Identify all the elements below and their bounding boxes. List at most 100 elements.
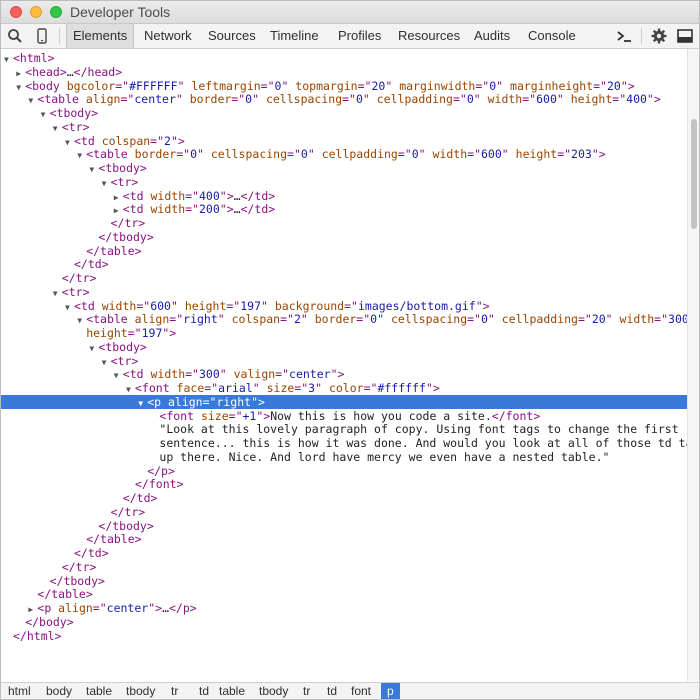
tag-markup: " — [501, 147, 516, 162]
dom-node[interactable]: ▼ <font face="arial" size="3" color="#fff… — [1, 381, 687, 395]
dom-node[interactable]: ▼ <table align="center" border="0" cellsp… — [1, 92, 687, 106]
tag-markup: "> — [330, 367, 345, 382]
tab-sources[interactable]: Sources — [202, 24, 262, 48]
dom-node[interactable]: ▼ <tbody> — [1, 161, 687, 175]
attr-value: 0 — [480, 312, 488, 327]
breadcrumb-tr[interactable]: tr — [165, 683, 184, 699]
tag-markup: </tbody> — [98, 518, 154, 533]
tag-markup: <td — [122, 202, 151, 217]
dom-node[interactable]: ▶ <p align="center">…</p> — [1, 601, 687, 615]
tag-markup: " — [197, 147, 211, 162]
tab-network[interactable]: Network — [138, 24, 198, 48]
dom-node[interactable]: ▼ <tr> — [1, 120, 687, 134]
dom-node[interactable]: ▼ <body bgcolor="#FFFFFF" leftmargin="0" … — [1, 79, 687, 93]
breadcrumb-table[interactable]: table — [80, 683, 118, 699]
dom-node[interactable]: ▼ <table align="right" colspan="2" border… — [1, 312, 687, 326]
dom-node-selected[interactable]: ▼ <p align="right"> — [1, 394, 687, 409]
tab-timeline[interactable]: Timeline — [264, 24, 325, 48]
dom-node[interactable]: ▶ <head>…</head> — [1, 65, 687, 79]
console-drawer-icon[interactable] — [615, 27, 633, 45]
dom-node[interactable]: height="197"> — [1, 326, 687, 340]
tag-markup: =" — [452, 92, 467, 107]
title-bar: Developer Tools — [1, 1, 699, 24]
dom-node[interactable]: "Look at this lovely paragraph of copy. … — [1, 422, 687, 436]
breadcrumb-html[interactable]: html — [2, 683, 37, 699]
dock-icon[interactable] — [676, 27, 694, 45]
tab-audits[interactable]: Audits — [468, 24, 516, 48]
dom-node[interactable]: ▼ <td colspan="2"> — [1, 134, 687, 148]
dom-node[interactable]: ▶ <td width="200">…</td> — [1, 202, 687, 216]
scrollbar-thumb[interactable] — [691, 119, 697, 229]
breadcrumb-p[interactable]: p — [381, 683, 400, 699]
dom-node[interactable]: ▼ <html> — [1, 51, 687, 65]
dom-node[interactable]: ▼ <tbody> — [1, 340, 687, 354]
tag-markup: <table — [86, 312, 135, 327]
tag-markup: " — [261, 298, 275, 313]
tag-markup: "> — [219, 202, 234, 217]
breadcrumb-tbody[interactable]: tbody — [120, 683, 161, 699]
attr-value: 600 — [536, 92, 557, 107]
breadcrumb-table[interactable]: table — [213, 683, 251, 699]
minimize-window-button[interactable] — [30, 6, 42, 18]
dom-node[interactable]: </td> — [1, 546, 687, 560]
dom-node[interactable]: ▼ <tr> — [1, 175, 687, 189]
search-icon[interactable] — [6, 27, 24, 45]
attr-name: border — [314, 312, 357, 327]
breadcrumb-td[interactable]: td — [321, 683, 343, 699]
tag-markup: <font — [159, 408, 201, 423]
dom-node[interactable]: </html> — [1, 629, 687, 643]
dom-node[interactable]: </p> — [1, 464, 687, 478]
dom-breadcrumb-bar: html body table tbody tr td table tbody tr td font… — [1, 682, 699, 699]
breadcrumb-tr[interactable]: tr — [297, 683, 316, 699]
dom-node[interactable]: </table> — [1, 587, 687, 601]
dom-node[interactable]: </table> — [1, 532, 687, 546]
dom-node[interactable]: ▼ <table border="0" cellspacing="0" cellp… — [1, 147, 687, 161]
tab-resources[interactable]: Resources — [392, 24, 466, 48]
dom-node[interactable]: up there. Nice. And lord have mercy we e… — [1, 450, 687, 464]
dom-node[interactable]: </tr> — [1, 560, 687, 574]
dom-node[interactable]: <font size="+1">Now this is how you code… — [1, 409, 687, 423]
tag-markup: <td — [122, 367, 151, 382]
maximize-window-button[interactable] — [50, 6, 62, 18]
dom-node[interactable]: ▼ <tr> — [1, 354, 687, 368]
dom-node[interactable]: ▼ <tbody> — [1, 106, 687, 120]
tag-markup: "> — [591, 147, 606, 162]
tag-markup: "> — [620, 78, 635, 93]
breadcrumb-body[interactable]: body — [40, 683, 78, 699]
dom-node[interactable]: </tr> — [1, 271, 687, 285]
tag-markup: <head> — [25, 64, 67, 79]
breadcrumb-font[interactable]: font — [345, 683, 377, 699]
tab-profiles[interactable]: Profiles — [332, 24, 387, 48]
attr-name: border — [134, 147, 177, 162]
tab-console[interactable]: Console — [522, 24, 582, 48]
dom-node[interactable]: </tr> — [1, 216, 687, 230]
close-window-button[interactable] — [10, 6, 22, 18]
dom-node[interactable]: </td> — [1, 491, 687, 505]
dom-node[interactable]: </td> — [1, 257, 687, 271]
tag-markup: "> — [646, 92, 661, 107]
gear-icon[interactable] — [650, 27, 668, 45]
dom-node[interactable]: sentence... this is how it was done. And… — [1, 436, 687, 450]
dom-node[interactable]: </tr> — [1, 505, 687, 519]
dom-node[interactable]: </body> — [1, 615, 687, 629]
device-icon[interactable] — [33, 27, 51, 45]
tag-markup: =" — [557, 147, 572, 162]
dom-node[interactable]: ▼ <tr> — [1, 285, 687, 299]
dom-tree-scrollbar[interactable] — [687, 49, 699, 681]
breadcrumb-tbody[interactable]: tbody — [253, 683, 294, 699]
tag-markup: " — [377, 312, 391, 327]
dom-node[interactable]: ▼ <td width="600" height="197" background… — [1, 299, 687, 313]
dom-node[interactable]: </table> — [1, 244, 687, 258]
dom-node[interactable]: </tbody> — [1, 574, 687, 588]
attr-value: 200 — [198, 202, 220, 217]
dom-node[interactable]: </font> — [1, 477, 687, 491]
breadcrumb-td[interactable]: td — [193, 683, 215, 699]
attr-name: topmargin — [295, 78, 358, 93]
attr-name: color — [328, 381, 364, 395]
dom-node[interactable]: ▼ <td width="300" valign="center"> — [1, 367, 687, 381]
tag-markup: =" — [522, 92, 537, 107]
dom-node[interactable]: </tbody> — [1, 519, 687, 533]
tab-elements[interactable]: Elements — [66, 24, 135, 48]
dom-node[interactable]: </tbody> — [1, 230, 687, 244]
dom-node[interactable]: ▶ <td width="400">…</td> — [1, 189, 687, 203]
